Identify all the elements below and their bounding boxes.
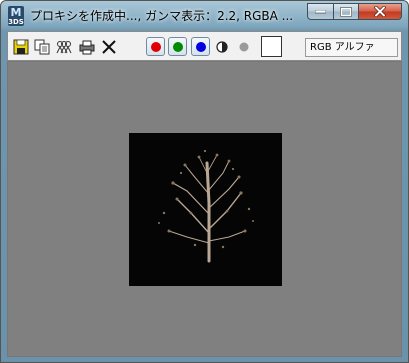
- save-icon[interactable]: [13, 39, 29, 55]
- render-viewport[interactable]: [7, 61, 402, 357]
- minimize-icon: [315, 9, 326, 13]
- app-icon-sub: 3DS: [8, 18, 24, 26]
- green-dot-icon: [172, 41, 183, 52]
- dot-icon[interactable]: [236, 39, 252, 55]
- close-icon: [374, 6, 386, 17]
- tree-render-icon: [158, 149, 254, 263]
- render-toolbar: RGB アルファ: [7, 31, 402, 61]
- clear-icon[interactable]: [101, 39, 117, 55]
- render-window: M 3DS プロキシを作成中..., ガンマ表示：2.2, RGBA ... R…: [0, 0, 409, 363]
- rendered-image: [129, 133, 282, 286]
- minimize-button[interactable]: [307, 3, 334, 20]
- window-title: プロキシを作成中..., ガンマ表示：2.2, RGBA ...: [30, 9, 294, 23]
- red-channel-button[interactable]: [146, 37, 165, 56]
- maximize-button[interactable]: [333, 3, 359, 20]
- print-icon[interactable]: [79, 39, 95, 55]
- blue-dot-icon: [195, 41, 206, 52]
- green-channel-button[interactable]: [168, 37, 187, 56]
- app-icon[interactable]: M 3DS: [8, 6, 24, 26]
- color-swatch[interactable]: [261, 36, 282, 57]
- mono-toggle-icon[interactable]: [214, 39, 230, 55]
- copy-icon[interactable]: [34, 39, 50, 55]
- blue-channel-button[interactable]: [191, 37, 210, 56]
- title-bar[interactable]: M 3DS プロキシを作成中..., ガンマ表示：2.2, RGBA ...: [1, 1, 408, 31]
- maximize-icon: [340, 6, 352, 17]
- close-button[interactable]: [358, 3, 402, 20]
- clone-icon[interactable]: [56, 39, 72, 55]
- channel-display-dropdown[interactable]: RGB アルファ: [305, 38, 398, 57]
- app-icon-letter: M: [10, 6, 22, 19]
- red-dot-icon: [150, 41, 161, 52]
